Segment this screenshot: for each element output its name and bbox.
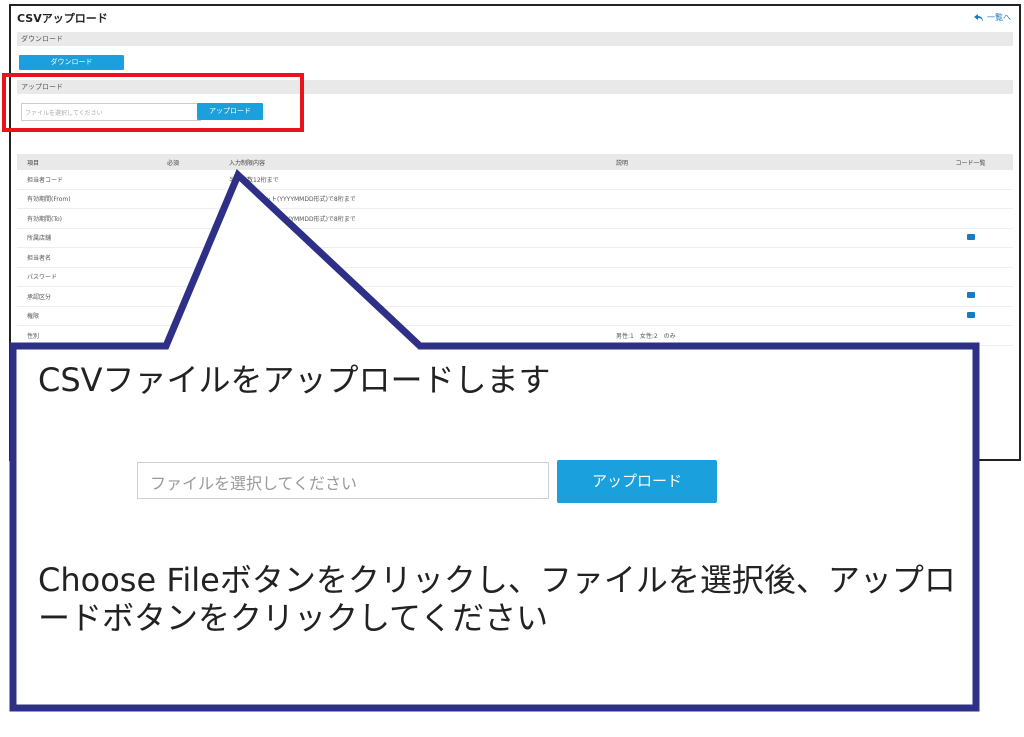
- row-item: 性別: [27, 332, 40, 340]
- table-row: パスワード: [17, 268, 1013, 287]
- download-button[interactable]: ダウンロード: [19, 55, 124, 70]
- header-limit: 入力制限内容: [229, 159, 266, 167]
- field-spec-table: 項目 必須 入力制限内容 説明 コード一覧 担当者コード 半角英数12桁まで有効期…: [17, 154, 1013, 346]
- header-required: 必須: [167, 159, 180, 167]
- code-list-icon[interactable]: [966, 233, 975, 240]
- page-title: CSVアップロード: [17, 12, 108, 25]
- back-arrow-icon: [974, 13, 984, 22]
- table-row: 性別 男性:1 女性:2 のみ: [17, 326, 1013, 346]
- header-item: 項目: [27, 159, 40, 167]
- callout-file-input[interactable]: ファイルを選択してください: [137, 462, 549, 499]
- row-item: 有効期間(To): [27, 215, 62, 223]
- row-item: 担当者コード: [27, 176, 64, 184]
- row-limit: 日付フォーマット(YYYYMMDD形式)で8桁まで: [229, 215, 356, 223]
- table-header: 項目 必須 入力制限内容 説明 コード一覧: [17, 154, 1013, 170]
- row-code-list: [928, 311, 1013, 320]
- row-item: パスワード: [27, 274, 58, 282]
- row-item: 有効期間(From): [27, 196, 71, 204]
- row-limit: 日付フォーマット(YYYYMMDD形式)で8桁まで: [229, 196, 356, 204]
- code-list-icon[interactable]: [966, 311, 975, 318]
- row-item: 権限: [27, 313, 40, 321]
- table-row: 所属店舗: [17, 229, 1013, 248]
- row-code-list: [928, 233, 1013, 242]
- row-item: 担当者名: [27, 254, 52, 262]
- back-link[interactable]: 一覧へ: [974, 12, 1011, 23]
- callout-upload-button[interactable]: アップロード: [557, 460, 717, 503]
- table-body: 担当者コード 半角英数12桁まで有効期間(From) 日付フォーマット(YYYYMM…: [17, 170, 1013, 346]
- code-list-icon[interactable]: [966, 292, 975, 299]
- header-description: 説明: [616, 159, 629, 167]
- table-row: 有効期間(From) 日付フォーマット(YYYYMMDD形式)で8桁まで: [17, 190, 1013, 209]
- back-link-label: 一覧へ: [987, 13, 1011, 22]
- row-item: 所属店舗: [27, 235, 52, 243]
- table-row: 有効期間(To) 日付フォーマット(YYYYMMDD形式)で8桁まで: [17, 209, 1013, 229]
- row-description: 男性:1 女性:2 のみ: [616, 332, 676, 340]
- table-row: 担当者名: [17, 248, 1013, 268]
- table-row: 担当者コード 半角英数12桁まで: [17, 170, 1013, 190]
- callout-heading: CSVファイルをアップロードします: [38, 361, 551, 399]
- download-section-header: ダウンロード: [17, 32, 1013, 46]
- callout-instructions: Choose Fileボタンをクリックし、ファイルを選択後、アップロードボタンを…: [38, 561, 956, 637]
- row-limit: 半角英数12桁まで: [229, 176, 279, 184]
- upload-highlight-frame: [2, 73, 304, 132]
- table-row: 承認区分: [17, 287, 1013, 307]
- row-code-list: [928, 292, 1013, 300]
- row-item: 承認区分: [27, 293, 52, 301]
- header-code-list: コード一覧: [955, 159, 986, 167]
- table-row: 権限: [17, 307, 1013, 326]
